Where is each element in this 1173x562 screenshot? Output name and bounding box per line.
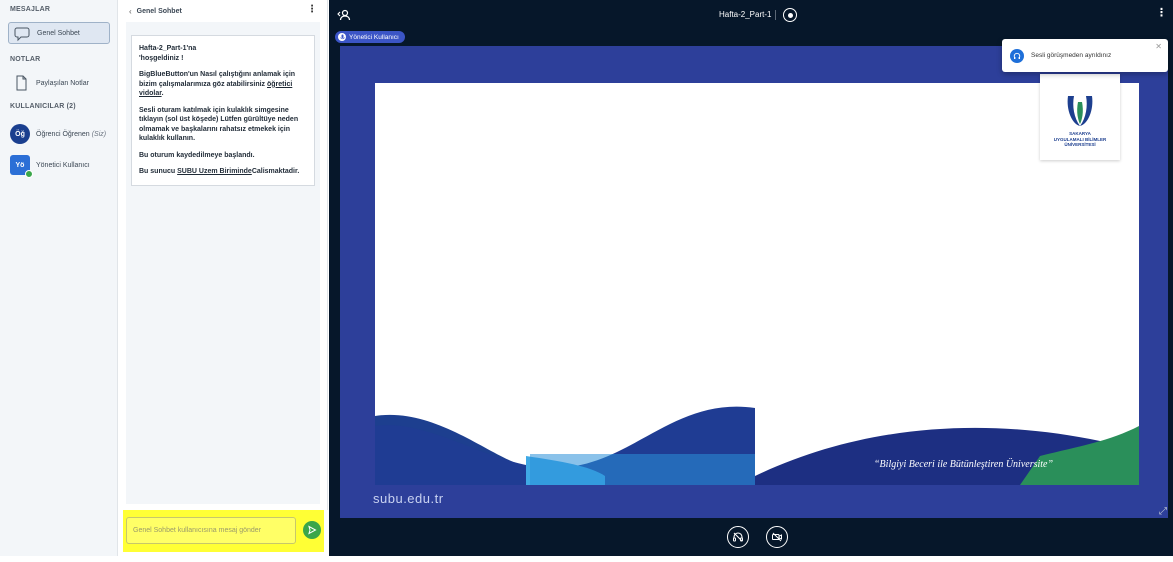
- chat-messages: Hafta-2_Part-1'na 'hoşgeldiniz ! BigBlue…: [126, 22, 320, 504]
- university-logo: SAKARYA UYGULAMALI BİLİMLER ÜNİVERSİTESİ: [1040, 74, 1120, 160]
- messages-section-title: MESAJLAR: [10, 6, 51, 13]
- notification-toast: Sesli görüşmeden ayrıldınız ✕: [1002, 39, 1168, 72]
- send-icon: [308, 525, 317, 535]
- chat-composer: Genel Sohbet kullanıcısına mesaj gönder: [119, 510, 328, 556]
- welcome-message: Hafta-2_Part-1'na 'hoşgeldiniz ! BigBlue…: [131, 35, 315, 186]
- action-bar: [329, 518, 1173, 556]
- avatar: Öğ: [10, 124, 30, 144]
- recording-indicator-button[interactable]: [783, 8, 797, 22]
- record-dot-icon: [787, 12, 793, 18]
- logo-line: ÜNİVERSİTESİ: [1064, 142, 1096, 147]
- recording-started-note: Bu oturum kaydedilmeye başlandı.: [139, 151, 255, 159]
- avatar: Yö: [10, 155, 33, 178]
- back-chevron-icon[interactable]: ‹: [129, 7, 132, 16]
- headphones-off-icon: [733, 532, 743, 542]
- shared-notes-item[interactable]: Paylaşılan Notlar: [8, 73, 110, 93]
- slide-url: subu.edu.tr: [373, 491, 444, 506]
- notes-section-title: NOTLAR: [10, 56, 41, 63]
- university-emblem-icon: [1067, 96, 1093, 126]
- microphone-icon: [338, 33, 346, 41]
- public-chat-item[interactable]: Genel Sohbet: [8, 22, 110, 44]
- welcome-p5-b: Calismaktadir.: [251, 168, 300, 175]
- talking-indicator[interactable]: Yönetici Kullanıcı: [335, 31, 405, 43]
- app-window: MESAJLAR Genel Sohbet NOTLAR Paylaşılan …: [0, 0, 1173, 562]
- headphones-icon: [1010, 48, 1024, 63]
- welcome-line-1: Hafta-2_Part-1'na: [139, 45, 197, 52]
- subu-uzem-link[interactable]: SUBU Uzem Biriminde: [177, 168, 252, 175]
- avatar-initials: Yö: [15, 161, 25, 169]
- toast-message: Sesli görüşmeden ayrıldınız: [1031, 52, 1112, 59]
- university-name: SAKARYA UYGULAMALI BİLİMLER ÜNİVERSİTESİ: [1040, 131, 1120, 148]
- user-row[interactable]: Öğ Öğrenci Öğrenen (Siz): [10, 124, 106, 144]
- presentation-stage: Hafta-2_Part-1 ⋮ Yönetici Kullanıcı “Bil…: [329, 0, 1173, 556]
- send-button[interactable]: [303, 521, 321, 539]
- options-menu-icon[interactable]: ⋮: [1156, 6, 1167, 19]
- share-webcam-button[interactable]: [766, 526, 788, 548]
- users-section-title: KULLANICILAR (2): [10, 103, 76, 110]
- user-name: Öğrenci Öğrenen: [36, 130, 90, 138]
- chat-message-input[interactable]: Genel Sohbet kullanıcısına mesaj gönder: [126, 517, 296, 544]
- you-indicator: (Siz): [91, 130, 107, 138]
- welcome-line-2: 'hoşgeldiniz !: [139, 54, 184, 62]
- slide-slogan: “Bilgiyi Beceri ile Bütünleştiren Üniver…: [874, 459, 1054, 470]
- users-toggle-icon[interactable]: [337, 8, 351, 22]
- user-row[interactable]: Yö Yönetici Kullanıcı: [10, 155, 90, 178]
- chat-panel: ‹ Genel Sohbet ⋮ Hafta-2_Part-1'na 'hoşg…: [119, 0, 328, 556]
- document-icon: [16, 75, 27, 91]
- chat-options-icon[interactable]: ⋮: [307, 4, 317, 15]
- divider: [775, 10, 776, 20]
- chat-bubble-icon: [14, 27, 30, 42]
- meeting-title: Hafta-2_Part-1: [719, 10, 772, 19]
- top-bar: Hafta-2_Part-1 ⋮: [329, 0, 1173, 30]
- user-name: Yönetici Kullanıcı: [36, 161, 90, 169]
- welcome-p2-end: .: [161, 90, 164, 97]
- shared-notes-label: Paylaşılan Notlar: [36, 79, 89, 87]
- presentation-slide: “Bilgiyi Beceri ile Bütünleştiren Üniver…: [340, 46, 1168, 518]
- chat-header: ‹ Genel Sohbet: [119, 0, 328, 22]
- user-list-sidebar: MESAJLAR Genel Sohbet NOTLAR Paylaşılan …: [0, 0, 118, 556]
- presenter-badge-icon: [25, 170, 33, 178]
- camera-off-icon: [772, 532, 782, 542]
- join-audio-button[interactable]: [727, 526, 749, 548]
- close-icon[interactable]: ✕: [1155, 42, 1162, 51]
- talker-name: Yönetici Kullanıcı: [349, 33, 399, 41]
- chat-title[interactable]: Genel Sohbet: [137, 8, 182, 15]
- public-chat-label: Genel Sohbet: [37, 29, 80, 37]
- fullscreen-icon[interactable]: ⤢: [1159, 506, 1167, 517]
- welcome-p5-a: Bu sunucu: [139, 168, 178, 175]
